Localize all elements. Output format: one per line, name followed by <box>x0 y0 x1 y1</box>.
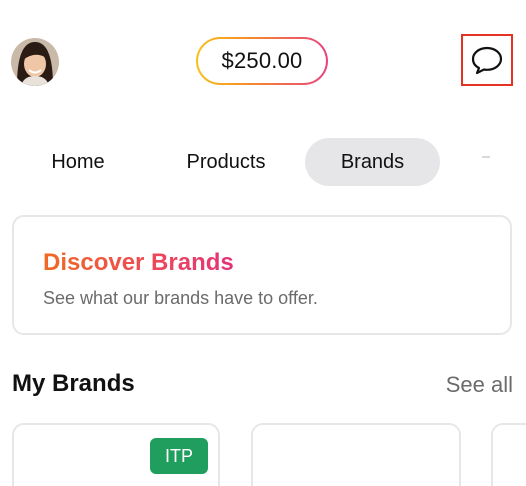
brand-card[interactable] <box>491 423 526 486</box>
chat-bubble-icon <box>471 46 503 75</box>
category-tabs: Home Products Brands <box>0 138 526 186</box>
brand-card[interactable] <box>251 423 461 486</box>
tab-products[interactable]: Products <box>160 138 292 186</box>
tab-brands[interactable]: Brands <box>305 138 440 186</box>
tab-home[interactable]: Home <box>18 138 138 186</box>
discover-title: Discover Brands <box>43 249 234 276</box>
avatar[interactable] <box>11 38 59 86</box>
brand-badge: ITP <box>150 438 208 474</box>
brands-screen: $250.00 Home Products Brands Discover Br… <box>0 0 526 486</box>
chat-button[interactable] <box>461 34 513 86</box>
discover-brands-card[interactable]: Discover Brands See what our brands have… <box>12 215 512 335</box>
see-all-link[interactable]: See all <box>446 372 513 398</box>
brand-card[interactable]: ITP <box>12 423 220 486</box>
user-avatar-icon <box>11 38 59 86</box>
tabs-overflow-hint <box>482 156 490 158</box>
discover-subtitle: See what our brands have to offer. <box>43 288 318 308</box>
my-brands-title: My Brands <box>12 370 135 397</box>
balance-amount: $250.00 <box>198 39 326 83</box>
balance-pill[interactable]: $250.00 <box>196 37 328 85</box>
